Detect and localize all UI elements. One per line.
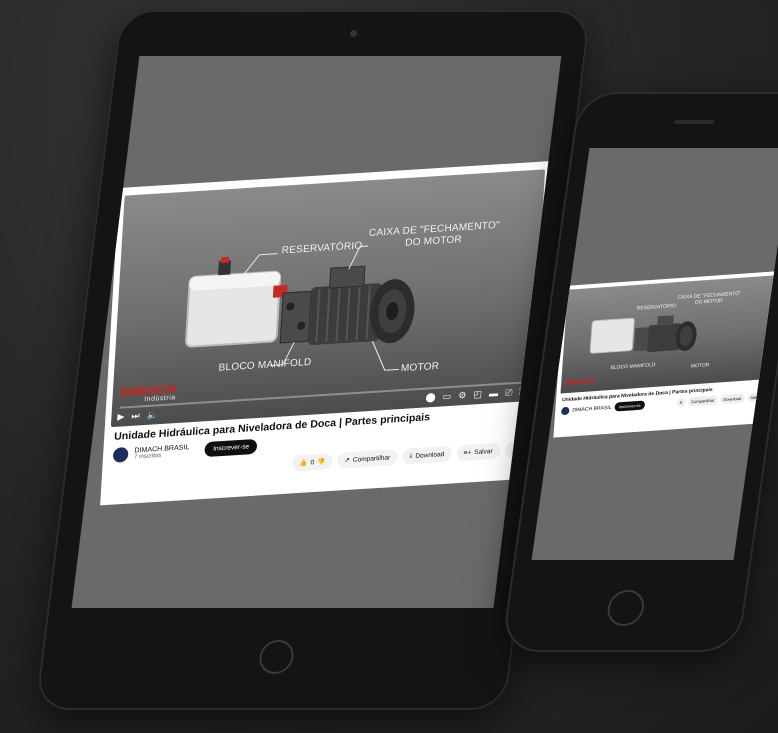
cast-icon[interactable]: ⎚: [505, 387, 513, 398]
youtube-watch-card: RESERVATÓRIO CAIXA DE "FECHAMENTO" DO MO…: [100, 161, 552, 506]
earpiece-speaker: [673, 120, 715, 124]
phone-brand-logo: DIMACH: [564, 378, 594, 388]
more-button[interactable]: ...: [504, 441, 525, 459]
tablet-screen: RESERVATÓRIO CAIXA DE "FECHAMENTO" DO MO…: [71, 56, 562, 608]
autoplay-toggle[interactable]: ⬤: [425, 391, 436, 403]
phone-channel-avatar[interactable]: [561, 406, 570, 415]
phone-home-button[interactable]: [605, 590, 647, 626]
save-icon: ≡+: [463, 448, 472, 457]
phone-channel-name[interactable]: DIMACH BRASIL: [572, 404, 612, 413]
phone-video-player[interactable]: RESERVATÓRIO CAIXA DE "FECHAMENTO" DO MO…: [560, 275, 776, 394]
download-button[interactable]: ⤓ Download: [401, 445, 452, 465]
download-label: Download: [415, 450, 445, 460]
hydraulic-unit-illustration: [185, 245, 415, 371]
share-button[interactable]: ↗ Compartilhar: [336, 449, 398, 469]
volume-icon[interactable]: 🔈: [146, 409, 158, 421]
phone-screen: RESERVATÓRIO CAIXA DE "FECHAMENTO" DO MO…: [531, 148, 778, 560]
like-icon: 👍: [299, 459, 308, 468]
phone-share-button[interactable]: Compartilhar: [687, 395, 718, 407]
front-camera: [349, 30, 358, 37]
phone-subscribe-button[interactable]: Inscrever-se: [614, 400, 646, 412]
miniplayer-icon[interactable]: ◰: [473, 389, 482, 401]
channel-avatar[interactable]: [112, 446, 129, 463]
play-icon[interactable]: ▶: [117, 411, 125, 422]
fullscreen-icon[interactable]: ⛶: [519, 386, 526, 397]
phone-callout-motor-cover: CAIXA DE "FECHAMENTO" DO MOTOR: [677, 290, 742, 306]
callout-motor-cover: CAIXA DE "FECHAMENTO" DO MOTOR: [368, 219, 500, 249]
settings-icon[interactable]: ⚙: [458, 390, 467, 401]
phone-save-button[interactable]: Salvar: [746, 392, 766, 403]
subscribe-button[interactable]: Inscrever-se: [204, 438, 258, 458]
phone-youtube-watch-card: RESERVATÓRIO CAIXA DE "FECHAMENTO" DO MO…: [553, 271, 778, 438]
theater-icon[interactable]: ▬: [489, 388, 499, 399]
phone-like-button[interactable]: 0: [676, 397, 686, 408]
dislike-icon[interactable]: 👎: [317, 457, 326, 465]
next-icon[interactable]: ⏭: [131, 410, 140, 421]
phone-download-button[interactable]: Download: [719, 393, 745, 405]
brand-logo: DIMACH Indústria: [120, 381, 176, 404]
like-count: 0: [310, 458, 315, 466]
download-icon: ⤓: [409, 452, 413, 460]
save-label: Salvar: [473, 447, 493, 456]
home-button[interactable]: [257, 640, 296, 674]
save-button[interactable]: ≡+ Salvar: [456, 442, 501, 462]
share-icon: ↗: [344, 456, 351, 465]
like-button[interactable]: 👍 0 👎: [291, 453, 333, 472]
share-label: Compartilhar: [352, 453, 391, 464]
video-player[interactable]: RESERVATÓRIO CAIXA DE "FECHAMENTO" DO MO…: [110, 169, 546, 428]
subtitles-icon[interactable]: ▭: [442, 390, 451, 402]
callout-motor: MOTOR: [400, 360, 440, 375]
